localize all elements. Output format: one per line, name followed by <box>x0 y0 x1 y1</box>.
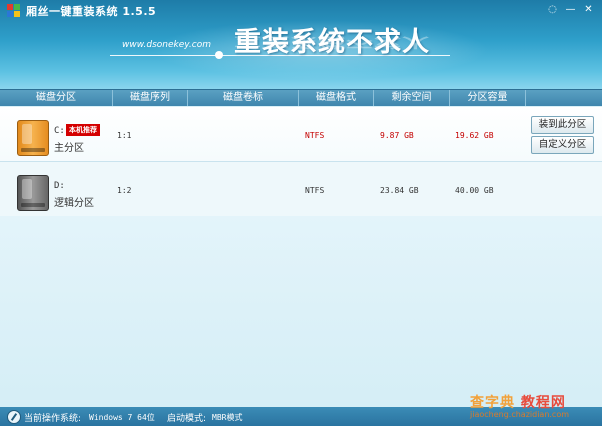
watermark: 查字典 教程网 jiaocheng.chazidian.com <box>470 392 569 419</box>
partition-row[interactable]: D: 逻辑分区 1:2 NTFS 23.84 GB 40.00 GB <box>0 162 602 217</box>
app-window: 厢丝一键重装系统 1.5.5 ◌ — ✕ www.dsonekey.com 重装… <box>0 0 602 426</box>
decor-dot <box>215 51 223 59</box>
boot-value: MBR模式 <box>212 413 243 422</box>
col-format: 磁盘格式 <box>299 90 374 106</box>
slogan-reflection: 重装系统不求人 <box>234 34 430 50</box>
watermark-brand: 查字典 <box>470 395 515 411</box>
close-icon[interactable]: ✕ <box>581 3 596 16</box>
watermark-brand2: 教程网 <box>520 395 566 411</box>
partition-format: NTFS <box>305 186 325 195</box>
table-header: 磁盘分区 磁盘序列 磁盘卷标 磁盘格式 剩余空间 分区容量 <box>0 89 602 106</box>
header-banner: 厢丝一键重装系统 1.5.5 ◌ — ✕ www.dsonekey.com 重装… <box>0 0 602 89</box>
boot-label: 启动模式: <box>167 414 207 424</box>
partition-capacity: 40.00 GB <box>455 186 494 195</box>
tool-icon <box>7 410 21 424</box>
drive-letter: D: <box>54 181 65 191</box>
col-capacity: 分区容量 <box>450 90 526 106</box>
orange-disk-icon <box>17 120 49 156</box>
watermark-url: jiaocheng.chazidian.com <box>470 410 570 419</box>
gray-disk-icon <box>17 175 49 211</box>
partition-format: NTFS <box>305 131 325 140</box>
free-space: 9.87 GB <box>380 131 414 140</box>
install-to-partition-button[interactable]: 装到此分区 <box>531 116 594 134</box>
feedback-icon[interactable]: ◌ <box>545 3 560 16</box>
col-sequence: 磁盘序列 <box>113 90 188 106</box>
minimize-icon[interactable]: — <box>563 3 578 16</box>
window-title: 厢丝一键重装系统 1.5.5 <box>26 5 157 18</box>
window-controls: ◌ — ✕ <box>545 3 596 16</box>
site-url: www.dsonekey.com <box>122 40 211 50</box>
col-free: 剩余空间 <box>374 90 450 106</box>
partition-type: 主分区 <box>54 143 84 154</box>
app-logo-icon <box>7 4 21 18</box>
partition-sequence: 1:2 <box>117 186 132 195</box>
col-partition: 磁盘分区 <box>0 90 113 106</box>
free-space: 23.84 GB <box>380 186 419 195</box>
partition-list-empty-area <box>0 216 602 407</box>
os-label: 当前操作系统: <box>24 414 82 424</box>
os-value: Windows 7 64位 <box>89 413 155 422</box>
partition-type: 逻辑分区 <box>54 198 94 209</box>
drive-letter: C: <box>54 126 65 136</box>
partition-row[interactable]: C: 本机推荐 主分区 1:1 NTFS 9.87 GB 19.62 GB 装到… <box>0 107 602 162</box>
col-actions <box>526 90 602 106</box>
partition-capacity: 19.62 GB <box>455 131 494 140</box>
custom-partition-button[interactable]: 自定义分区 <box>531 136 594 154</box>
partition-sequence: 1:1 <box>117 131 132 140</box>
recommended-badge: 本机推荐 <box>66 124 100 136</box>
col-label: 磁盘卷标 <box>188 90 299 106</box>
